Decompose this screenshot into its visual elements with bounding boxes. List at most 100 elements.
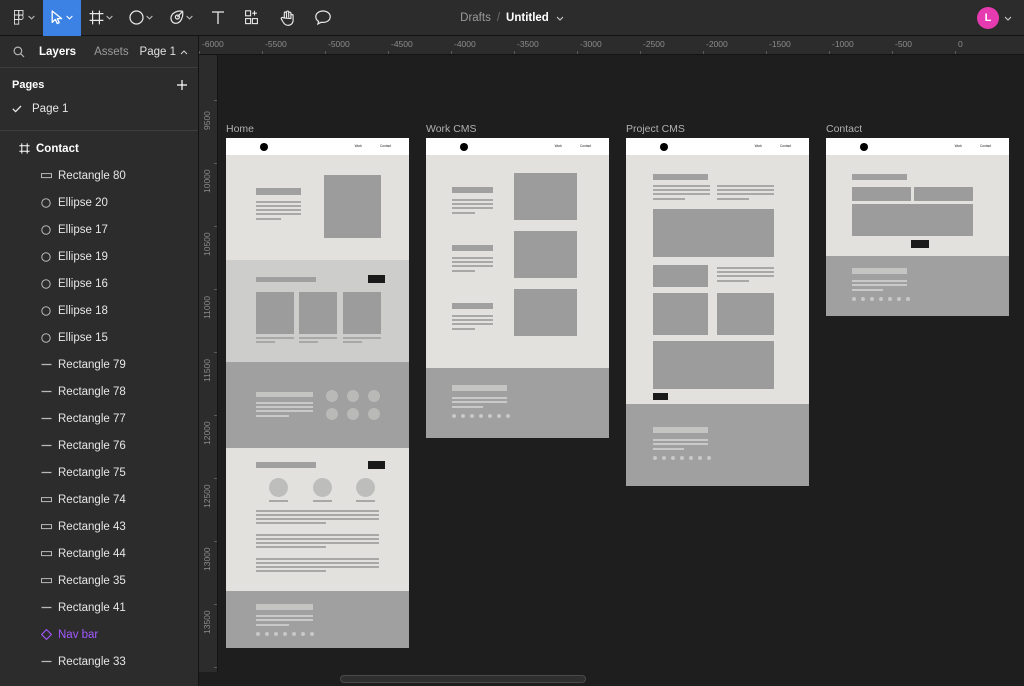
frame-contact[interactable]: Contact Work Contact	[826, 123, 1009, 316]
pen-tool[interactable]	[161, 0, 201, 36]
layer-item-rectangle-78[interactable]: Rectangle 78	[0, 378, 198, 405]
social-dot[interactable]	[671, 456, 675, 460]
social-dot[interactable]	[897, 297, 901, 301]
frame-label-work-cms[interactable]: Work CMS	[426, 123, 477, 135]
social-dot[interactable]	[310, 632, 314, 636]
social-dot[interactable]	[707, 456, 711, 460]
chevron-down-icon[interactable]	[186, 15, 193, 20]
breadcrumb-project[interactable]: Drafts	[460, 12, 491, 24]
frame-project-cms[interactable]: Project CMS Work Contact	[626, 123, 809, 486]
tab-assets[interactable]: Assets	[85, 46, 138, 58]
chevron-down-icon[interactable]	[66, 15, 73, 20]
frame-label-contact[interactable]: Contact	[826, 123, 862, 135]
text-tool[interactable]	[201, 0, 235, 36]
frame-body-contact[interactable]: Work Contact	[826, 138, 1009, 316]
chevron-down-icon[interactable]	[146, 15, 153, 20]
submit-button[interactable]	[911, 240, 929, 248]
layer-item-rectangle-35[interactable]: Rectangle 35	[0, 567, 198, 594]
layer-item-ellipse-18[interactable]: Ellipse 18	[0, 297, 198, 324]
layer-item-rectangle-80[interactable]: Rectangle 80	[0, 162, 198, 189]
frame-body-work-cms[interactable]: Work Contact	[426, 138, 609, 438]
social-dot[interactable]	[301, 632, 305, 636]
wireframe-nav-link-work: Work	[554, 143, 562, 148]
frame-body-home[interactable]: Work Contact	[226, 138, 409, 648]
frame-label-project-cms[interactable]: Project CMS	[626, 123, 685, 135]
form-field-message[interactable]	[852, 204, 973, 236]
social-dot[interactable]	[870, 297, 874, 301]
social-dot[interactable]	[852, 297, 856, 301]
move-tool[interactable]	[43, 0, 81, 36]
frame-home[interactable]: Home Work Contact	[226, 123, 409, 648]
resources-tool[interactable]	[235, 0, 270, 36]
page-item-page-1[interactable]: Page 1	[0, 96, 198, 122]
social-dot[interactable]	[680, 456, 684, 460]
chevron-down-icon[interactable]	[28, 15, 35, 20]
wireframe-nav-link-contact: Contact	[980, 143, 991, 148]
section-button[interactable]	[368, 275, 385, 283]
layer-item-rectangle-44[interactable]: Rectangle 44	[0, 540, 198, 567]
horizontal-scrollbar-track[interactable]	[199, 672, 1024, 686]
social-dot[interactable]	[274, 632, 278, 636]
page-selector[interactable]: Page 1	[140, 46, 190, 58]
design-canvas[interactable]: Home Work Contact Work CMS Work Contact …	[218, 55, 1024, 686]
social-dot[interactable]	[461, 414, 465, 418]
frame-label-home[interactable]: Home	[226, 123, 254, 135]
social-dot[interactable]	[452, 414, 456, 418]
layer-item-rectangle-79[interactable]: Rectangle 79	[0, 351, 198, 378]
layer-item-ellipse-19[interactable]: Ellipse 19	[0, 243, 198, 270]
layer-item-rectangle-41[interactable]: Rectangle 41	[0, 594, 198, 621]
vertical-ruler[interactable]: 9500 10000 10500 11000 11500 12000 12500 13000 1…	[199, 55, 218, 686]
social-dot[interactable]	[653, 456, 657, 460]
frame-body-project-cms[interactable]: Work Contact	[626, 138, 809, 486]
form-field-name[interactable]	[852, 187, 911, 201]
back-button[interactable]	[653, 393, 668, 400]
social-dot[interactable]	[888, 297, 892, 301]
layer-item-rectangle-75[interactable]: Rectangle 75	[0, 459, 198, 486]
shape-tool[interactable]	[121, 0, 161, 36]
social-dot[interactable]	[470, 414, 474, 418]
social-dot[interactable]	[879, 297, 883, 301]
form-field-email[interactable]	[914, 187, 973, 201]
layer-item-ellipse-17[interactable]: Ellipse 17	[0, 216, 198, 243]
comment-tool[interactable]	[305, 0, 341, 36]
layer-item-rectangle-74[interactable]: Rectangle 74	[0, 486, 198, 513]
social-dot[interactable]	[256, 632, 260, 636]
social-dot[interactable]	[861, 297, 865, 301]
file-name[interactable]: Untitled	[506, 12, 549, 24]
layer-item-rectangle-77[interactable]: Rectangle 77	[0, 405, 198, 432]
social-dot[interactable]	[283, 632, 287, 636]
section-button[interactable]	[368, 461, 385, 469]
search-icon[interactable]	[8, 46, 30, 58]
social-dot[interactable]	[497, 414, 501, 418]
social-dot[interactable]	[265, 632, 269, 636]
social-dot[interactable]	[292, 632, 296, 636]
frame-work-cms[interactable]: Work CMS Work Contact	[426, 123, 609, 438]
social-dot[interactable]	[689, 456, 693, 460]
layer-item-ellipse-15[interactable]: Ellipse 15	[0, 324, 198, 351]
social-dot[interactable]	[506, 414, 510, 418]
frame-tool[interactable]	[81, 0, 121, 36]
layer-item-rectangle-76[interactable]: Rectangle 76	[0, 432, 198, 459]
social-dot[interactable]	[479, 414, 483, 418]
chevron-down-icon[interactable]	[106, 15, 113, 20]
horizontal-ruler[interactable]: -6000 -5500 -5000 -4500 -4000 -3500 -3000 -2500…	[199, 36, 1024, 55]
chevron-down-icon[interactable]	[556, 16, 564, 21]
horizontal-scrollbar-thumb[interactable]	[340, 675, 586, 683]
layer-item-rectangle-33[interactable]: Rectangle 33	[0, 648, 198, 675]
avatar[interactable]: L	[977, 7, 999, 29]
hand-tool[interactable]	[270, 0, 305, 36]
social-dot[interactable]	[662, 456, 666, 460]
layer-item-ellipse-20[interactable]: Ellipse 20	[0, 189, 198, 216]
layer-item-rectangle-43[interactable]: Rectangle 43	[0, 513, 198, 540]
figma-menu-icon[interactable]	[0, 0, 43, 36]
social-dot[interactable]	[906, 297, 910, 301]
layer-item-nav-bar[interactable]: Nav bar	[0, 621, 198, 648]
add-page-button[interactable]	[176, 79, 188, 91]
layer-item-contact[interactable]: Contact	[0, 135, 198, 162]
chevron-down-icon[interactable]	[1004, 16, 1012, 21]
layer-item-ellipse-16[interactable]: Ellipse 16	[0, 270, 198, 297]
social-dot[interactable]	[698, 456, 702, 460]
tab-layers[interactable]: Layers	[30, 46, 85, 58]
social-dot[interactable]	[488, 414, 492, 418]
text-line	[256, 514, 379, 516]
